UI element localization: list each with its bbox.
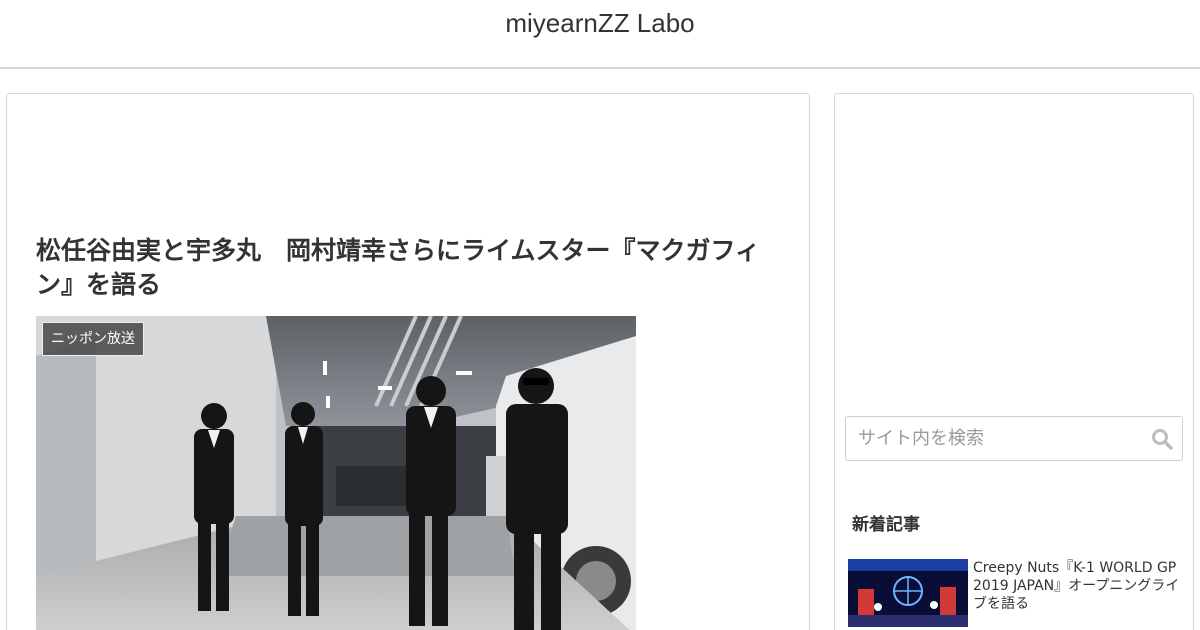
article-title: 松任谷由実と宇多丸 岡村靖幸さらにライムスター『マクガフィン』を語る <box>36 236 761 299</box>
search-form <box>845 416 1183 461</box>
recent-post-item[interactable]: Creepy Nuts『K-1 WORLD GP 2019 JAPAN』オープニ… <box>848 559 1186 629</box>
search-icon[interactable] <box>1150 427 1174 451</box>
group-photo-image <box>36 316 636 630</box>
recent-post-title: Creepy Nuts『K-1 WORLD GP 2019 JAPAN』オープニ… <box>973 560 1180 612</box>
sidebar: 新着記事 Creepy Nuts『K-1 WORLD GP 2019 JAPAN… <box>834 93 1194 630</box>
site-title-link[interactable]: miyearnZZ Labo <box>0 8 1200 39</box>
article-card: 松任谷由実と宇多丸 岡村靖幸さらにライムスター『マクガフィン』を語る ニッポン放… <box>6 93 810 630</box>
category-label[interactable]: ニッポン放送 <box>42 322 144 356</box>
search-input[interactable] <box>846 417 1136 460</box>
eyecatch-image: ニッポン放送 <box>36 316 636 630</box>
recent-post-thumbnail <box>848 559 968 627</box>
site-header: miyearnZZ Labo <box>0 0 1200 69</box>
recent-posts-title: 新着記事 <box>852 515 920 535</box>
